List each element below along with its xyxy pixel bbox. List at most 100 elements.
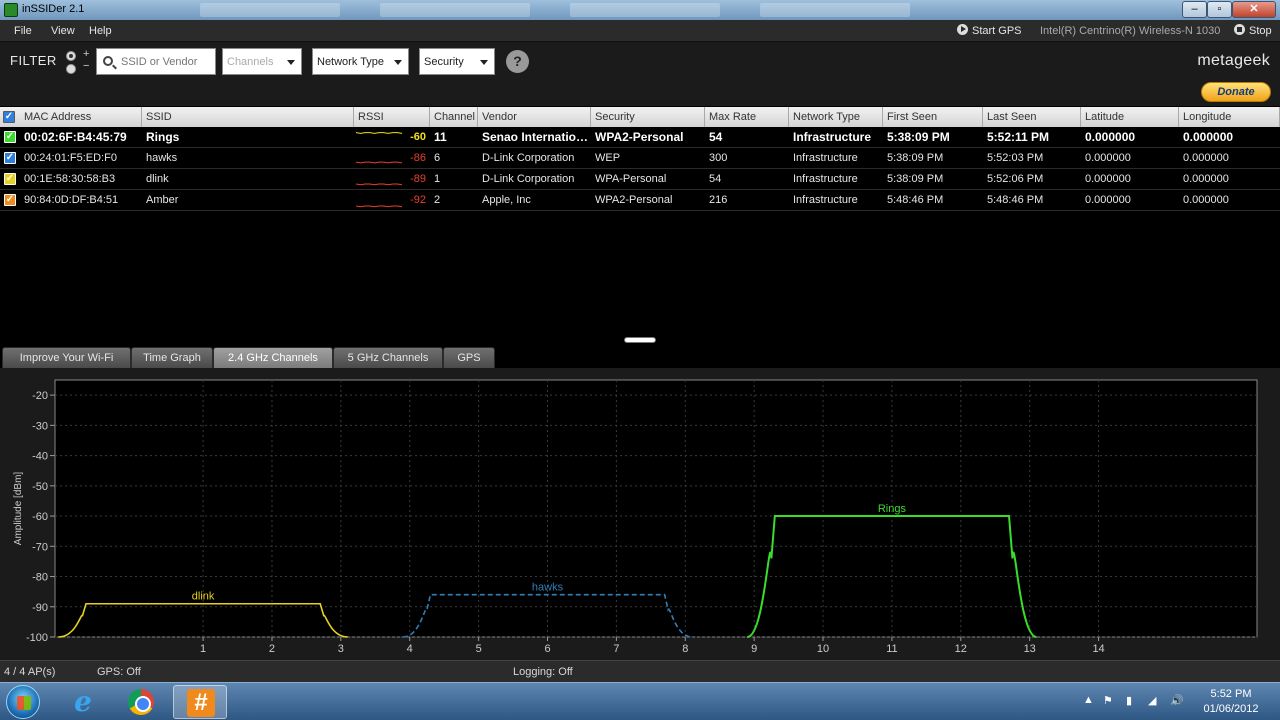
tab-time-graph[interactable]: Time Graph (131, 347, 213, 368)
cell-longitude: 0.000000 (1183, 194, 1229, 206)
cell-network-type: Infrastructure (793, 130, 872, 144)
tab-2-4-ghz-channels[interactable]: 2.4 GHz Channels (213, 347, 333, 368)
y-tick-label: -50 (32, 481, 48, 493)
splitter-handle[interactable] (624, 337, 656, 343)
menu-help[interactable]: Help (89, 25, 112, 37)
col-rssi[interactable]: RSSI (354, 107, 430, 127)
menu-view[interactable]: View (51, 25, 75, 37)
cell-vendor: Senao International Co., Ltd. (482, 130, 591, 144)
col-vendor[interactable]: Vendor (478, 107, 591, 127)
cell-ssid: Amber (146, 194, 179, 206)
cell-latitude: 0.000000 (1085, 194, 1131, 206)
x-tick-label: 2 (269, 643, 275, 655)
maximize-button[interactable]: ▫ (1207, 1, 1232, 18)
table-row[interactable]: ✓ 00:02:6F:B4:45:79 Rings -60 11 Senao Intern… (0, 127, 1280, 148)
wifi-signal-icon[interactable]: ◢ (1148, 694, 1156, 707)
adapter-selector[interactable]: Intel(R) Centrino(R) Wireless-N 1030 (1040, 25, 1220, 37)
cell-rssi: -92 (354, 190, 430, 211)
tab-bar: Improve Your Wi-Fi Time Graph 2.4 GHz Ch… (0, 347, 1280, 368)
minimize-button[interactable]: – (1182, 1, 1207, 18)
tab-gps[interactable]: GPS (443, 347, 495, 368)
y-axis-label: Amplitude [dBm] (13, 472, 24, 546)
y-tick-label: -30 (32, 420, 48, 432)
x-tick-label: 1 (200, 643, 206, 655)
cell-last-seen: 5:52:03 PM (987, 152, 1044, 164)
network-type-dropdown[interactable]: Network Type (312, 48, 409, 75)
row-checkbox[interactable]: ✓ (4, 194, 16, 206)
menu-bar: File View Help Start GPS Intel(R) Centri… (0, 20, 1280, 42)
donate-button[interactable]: Donate (1201, 82, 1271, 102)
col-max-rate[interactable]: Max Rate (705, 107, 789, 127)
row-checkbox[interactable]: ✓ (4, 173, 16, 185)
x-tick-label: 14 (1092, 643, 1104, 655)
cell-max-rate: 216 (709, 194, 728, 206)
clock[interactable]: 5:52 PM 01/06/2012 (1196, 687, 1266, 717)
logging-status: Logging: Off (513, 666, 573, 678)
row-checkbox[interactable]: ✓ (4, 152, 16, 164)
taskbar-inssider[interactable]: # (173, 685, 227, 719)
rssi-value: -60 (410, 131, 426, 143)
filter-bar: FILTER + − Channels Network Type Securit… (0, 42, 1280, 106)
col-network-type[interactable]: Network Type (789, 107, 883, 127)
cell-max-rate: 54 (709, 173, 722, 185)
stop-icon (1234, 24, 1245, 35)
cell-channel: 11 (434, 130, 447, 144)
table-row[interactable]: ✓ 00:24:01:F5:ED:F0 hawks -86 6 D-Link Corpor… (0, 148, 1280, 169)
x-tick-label: 7 (613, 643, 619, 655)
cell-latitude: 0.000000 (1085, 130, 1136, 144)
row-checkbox[interactable]: ✓ (4, 131, 16, 143)
col-ssid[interactable]: SSID (142, 107, 354, 127)
select-all-checkbox[interactable]: ✓ (3, 111, 15, 123)
app-icon (4, 3, 18, 17)
taskbar-chrome[interactable] (115, 685, 169, 719)
tab-improve-your-wifi[interactable]: Improve Your Wi-Fi (2, 347, 131, 368)
stop-button[interactable]: Stop (1234, 24, 1272, 37)
chevron-down-icon (394, 60, 402, 65)
col-last-seen[interactable]: Last Seen (983, 107, 1081, 127)
stop-label: Stop (1249, 25, 1272, 37)
col-latitude[interactable]: Latitude (1081, 107, 1179, 127)
col-mac[interactable]: MAC Address (20, 107, 142, 127)
channel-chart-svg: -20-30-40-50-60-70-80-90-1001 2 3 4 5 6 7 8 9 10 1… (13, 379, 1258, 655)
cell-rssi: -86 (354, 148, 430, 169)
security-dropdown[interactable]: Security (419, 48, 495, 75)
col-security[interactable]: Security (591, 107, 705, 127)
y-tick-label: -80 (32, 572, 48, 584)
col-channel[interactable]: Channel (430, 107, 478, 127)
search-field[interactable] (96, 48, 216, 75)
x-tick-label: 5 (476, 643, 482, 655)
help-icon[interactable]: ? (506, 50, 529, 73)
x-tick-label: 12 (955, 643, 967, 655)
close-button[interactable]: ✕ (1232, 1, 1276, 18)
cell-first-seen: 5:38:09 PM (887, 130, 950, 144)
menu-file[interactable]: File (14, 25, 32, 37)
taskbar-ie[interactable]: e (57, 685, 111, 719)
cell-rssi: -89 (354, 169, 430, 190)
flag-icon[interactable]: ⚑ (1103, 694, 1113, 707)
x-tick-label: 4 (407, 643, 413, 655)
col-longitude[interactable]: Longitude (1179, 107, 1280, 127)
network-type-label: Network Type (317, 56, 385, 68)
network-label-dlink: dlink (192, 591, 215, 603)
cell-security: WPA2-Personal (595, 194, 673, 206)
filter-exclude-radio[interactable] (66, 64, 76, 74)
table-row[interactable]: ✓ 90:84:0D:DF:B4:51 Amber -92 2 Apple, Inc WPA… (0, 190, 1280, 211)
volume-icon[interactable]: 🔊 (1170, 694, 1184, 707)
table-row[interactable]: ✓ 00:1E:58:30:58:B3 dlink -89 1 D-Link Corpor… (0, 169, 1280, 190)
rssi-sparkline (356, 161, 402, 164)
search-input[interactable] (121, 54, 213, 70)
channels-dropdown[interactable]: Channels (222, 48, 302, 75)
y-tick-label: -100 (26, 632, 48, 644)
background-tab (380, 3, 530, 17)
x-tick-label: 11 (886, 643, 897, 655)
start-button[interactable] (6, 685, 40, 719)
tab-5-ghz-channels[interactable]: 5 GHz Channels (333, 347, 443, 368)
battery-icon[interactable]: ▮ (1126, 694, 1132, 707)
x-tick-label: 13 (1024, 643, 1036, 655)
chrome-icon (128, 689, 154, 715)
filter-include-radio[interactable] (66, 51, 76, 61)
col-first-seen[interactable]: First Seen (883, 107, 983, 127)
cell-mac: 00:1E:58:30:58:B3 (24, 173, 116, 185)
start-gps-button[interactable]: Start GPS (957, 24, 1022, 37)
show-hidden-icons[interactable]: ▲ (1083, 694, 1094, 706)
